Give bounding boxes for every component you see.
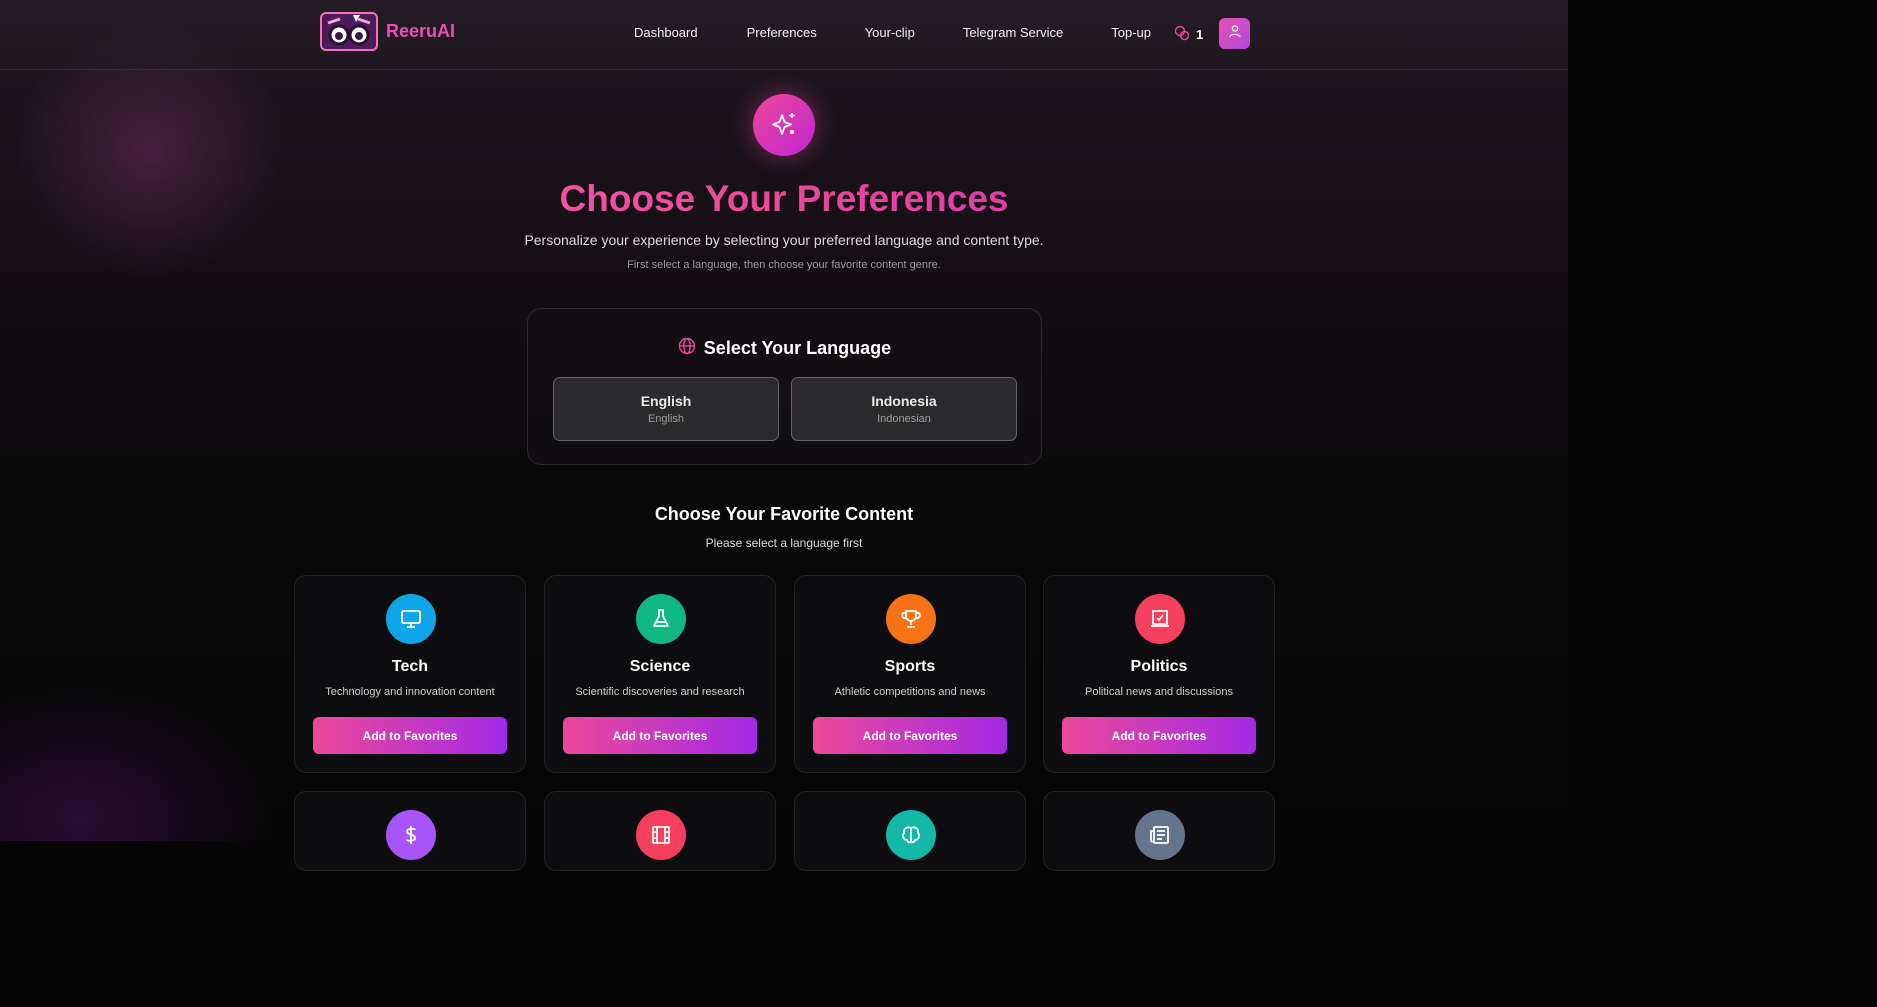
brand-name: ReeruAI — [386, 21, 456, 41]
language-native: Indonesian — [877, 413, 931, 425]
sparkles-icon — [753, 94, 815, 156]
nav-top-up[interactable]: Top-up — [1111, 25, 1151, 40]
nav-your-clip[interactable]: Your-clip — [865, 25, 915, 40]
content-card-politics: Politics Political news and discussions … — [1043, 575, 1275, 773]
ballot-icon — [1135, 594, 1185, 644]
card-name: Politics — [1130, 658, 1188, 675]
flask-icon — [636, 594, 686, 644]
nav-preferences[interactable]: Preferences — [747, 25, 817, 40]
page-subtitle: Personalize your experience by selecting… — [524, 232, 1044, 248]
content-card — [794, 791, 1026, 871]
card-description: Technology and innovation content — [325, 686, 495, 698]
add-to-favorites-button[interactable]: Add to Favorites — [1062, 717, 1256, 754]
nav-telegram-service[interactable]: Telegram Service — [963, 25, 1063, 40]
content-card — [1043, 791, 1275, 871]
content-card-science: Science Scientific discoveries and resea… — [544, 575, 776, 773]
language-selector-card: Select Your Language English English Ind… — [527, 308, 1042, 465]
top-navbar: ReeruAI Dashboard Preferences Your-clip … — [0, 0, 1568, 70]
logo-icon — [320, 12, 378, 51]
content-section-subtitle: Please select a language first — [705, 536, 863, 550]
nav-menu: Dashboard Preferences Your-clip Telegram… — [634, 25, 1151, 40]
user-icon — [1228, 24, 1242, 43]
language-native: English — [647, 413, 685, 425]
card-name: Sports — [884, 658, 936, 675]
card-name: Tech — [391, 658, 429, 675]
user-menu-button[interactable] — [1219, 18, 1250, 49]
credits-indicator[interactable]: 1 — [1174, 25, 1203, 44]
film-icon — [636, 810, 686, 860]
language-title: Select Your Language — [703, 338, 892, 358]
add-to-favorites-button[interactable]: Add to Favorites — [563, 717, 757, 754]
language-name: English — [640, 393, 692, 409]
language-heading: Select Your Language — [528, 337, 1041, 360]
page-title: Choose Your Preferences — [0, 178, 1568, 220]
card-name: Science — [629, 658, 691, 675]
add-to-favorites-button[interactable]: Add to Favorites — [813, 717, 1007, 754]
add-to-favorites-button[interactable]: Add to Favorites — [313, 717, 507, 754]
card-description: Political news and discussions — [1085, 686, 1233, 698]
content-card-sports: Sports Athletic competitions and news Ad… — [794, 575, 1026, 773]
trophy-icon — [886, 594, 936, 644]
language-option-indonesia[interactable]: Indonesia Indonesian — [791, 377, 1017, 441]
brand[interactable]: ReeruAI — [320, 12, 455, 51]
globe-icon — [678, 337, 696, 360]
content-card — [544, 791, 776, 871]
language-option-english[interactable]: English English — [553, 377, 779, 441]
nav-dashboard[interactable]: Dashboard — [634, 25, 698, 40]
credits-count: 1 — [1196, 27, 1204, 42]
coins-icon — [1174, 25, 1190, 44]
page-hint: First select a language, then choose you… — [627, 259, 941, 271]
monitor-icon — [386, 594, 436, 644]
brain-icon — [886, 810, 936, 860]
newspaper-icon — [1135, 810, 1185, 860]
dollar-icon — [386, 810, 436, 860]
card-description: Scientific discoveries and research — [575, 686, 745, 698]
content-section-title: Choose Your Favorite Content — [654, 504, 914, 524]
content-card-tech: Tech Technology and innovation content A… — [294, 575, 526, 773]
language-name: Indonesia — [871, 393, 937, 409]
card-description: Athletic competitions and news — [834, 686, 986, 698]
content-card — [294, 791, 526, 871]
